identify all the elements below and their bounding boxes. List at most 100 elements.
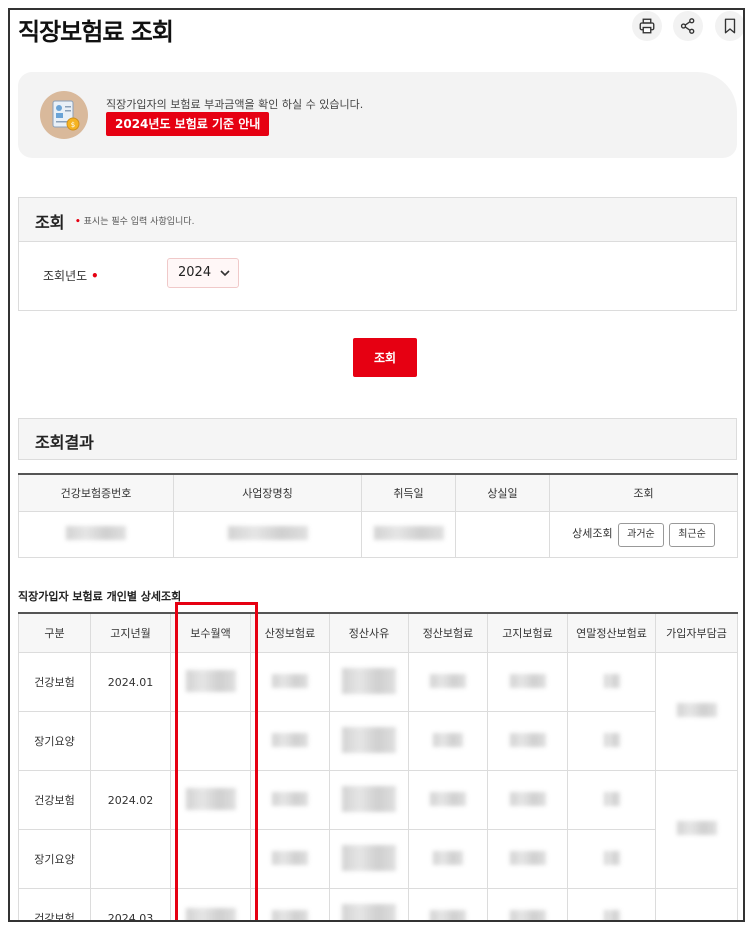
settle-reason-cell (329, 770, 409, 830)
table-row: 상세조회 과거순 최근순 (18, 511, 738, 558)
salary-cell (170, 829, 251, 889)
required-note: • 표시는 필수 입력 사항입니다. (75, 217, 195, 227)
bookmark-button[interactable] (715, 11, 743, 41)
info-message: 직장가입자의 보험료 부과금액을 확인 하실 수 있습니다. (106, 98, 364, 111)
column-header: 정산보험료 (408, 612, 488, 653)
bookmark-icon (724, 18, 736, 34)
sort-past-button[interactable]: 과거순 (618, 522, 664, 547)
notice-premium-cell (487, 652, 568, 712)
month-cell: 2024.02 (90, 770, 171, 830)
calc-premium-cell (250, 829, 330, 889)
month-cell: 2024.03 (90, 888, 171, 920)
month-cell (90, 711, 171, 771)
month-cell (90, 829, 171, 889)
result-header: 조회결과 (18, 418, 737, 460)
detail-title: 직장가입자 보험료 개인별 상세조회 (18, 590, 182, 603)
query-heading: 조회 (35, 213, 65, 232)
salary-cell (170, 770, 251, 830)
table-row: 건강보험 2024.01 (18, 652, 738, 771)
required-dot-icon: • (75, 217, 81, 227)
acquired-date-cell (361, 511, 456, 558)
guide-link-button[interactable]: 2024년도 보험료 기준 안내 (106, 112, 270, 136)
table-row: 건강보험 2024.03 (18, 888, 738, 920)
yearend-premium-cell (567, 829, 656, 889)
search-button[interactable]: 조회 (353, 338, 417, 377)
document-coin-icon: $ (40, 91, 88, 139)
column-header: 건강보험증번호 (18, 473, 174, 512)
type-cell: 장기요양 (18, 829, 91, 889)
calc-premium-cell (250, 711, 330, 771)
column-header: 사업장명칭 (173, 473, 362, 512)
column-header: 정산사유 (329, 612, 409, 653)
member-burden-cell (655, 652, 738, 771)
settle-premium-cell (408, 711, 488, 771)
salary-cell (170, 888, 251, 920)
settle-reason-cell (329, 652, 409, 712)
notice-premium-cell (487, 888, 568, 920)
year-select-value: 2024 (178, 265, 212, 280)
yearend-premium-cell (567, 652, 656, 712)
query-header: 조회 • 표시는 필수 입력 사항입니다. (19, 198, 736, 242)
detail-table: 구분 고지년월 보수월액 산정보험료 정산사유 정산보험료 고지보험료 연말정산… (18, 612, 738, 920)
settle-reason-cell (329, 888, 409, 920)
column-header: 보수월액 (170, 612, 251, 653)
chevron-down-icon (220, 270, 230, 277)
type-cell: 건강보험 (18, 888, 91, 920)
calc-premium-cell (250, 652, 330, 712)
table-row: 장기요양 (18, 711, 738, 771)
share-icon (680, 18, 695, 34)
type-cell: 건강보험 (18, 652, 91, 712)
result-heading: 조회결과 (35, 433, 94, 452)
column-header: 연말정산보험료 (567, 612, 656, 653)
column-header: 구분 (18, 612, 91, 653)
column-header: 취득일 (361, 473, 456, 512)
notice-premium-cell (487, 770, 568, 830)
yearend-premium-cell (567, 888, 656, 920)
column-header: 가입자부담금 (655, 612, 738, 653)
column-header: 고지보험료 (487, 612, 568, 653)
content-frame: 직장보험료 조회 $ 직장가입자의 보험료 부과금액을 확인 하실 수 있습니다… (8, 8, 745, 922)
table-header-row: 구분 고지년월 보수월액 산정보험료 정산사유 정산보험료 고지보험료 연말정산… (18, 612, 738, 653)
notice-premium-cell (487, 829, 568, 889)
column-header: 산정보험료 (250, 612, 330, 653)
settle-premium-cell (408, 770, 488, 830)
notice-premium-cell (487, 711, 568, 771)
salary-cell (170, 652, 251, 712)
calc-premium-cell (250, 770, 330, 830)
member-burden-cell (655, 770, 738, 889)
company-name-cell (173, 511, 362, 558)
column-header: 상실일 (455, 473, 550, 512)
column-header: 조회 (549, 473, 738, 512)
settle-premium-cell (408, 888, 488, 920)
sort-recent-button[interactable]: 최근순 (669, 522, 715, 547)
year-select[interactable]: 2024 (167, 258, 239, 288)
table-row: 건강보험 2024.02 (18, 770, 738, 889)
member-burden-cell (655, 888, 738, 920)
share-button[interactable] (673, 11, 703, 41)
table-row: 장기요양 (18, 829, 738, 889)
type-cell: 건강보험 (18, 770, 91, 830)
insurance-number-cell (18, 511, 174, 558)
settle-reason-cell (329, 711, 409, 771)
salary-cell (170, 711, 251, 771)
settle-premium-cell (408, 652, 488, 712)
yearend-premium-cell (567, 770, 656, 830)
query-panel: 조회 • 표시는 필수 입력 사항입니다. 조회년도 • 2024 (18, 197, 737, 311)
info-banner: $ 직장가입자의 보험료 부과금액을 확인 하실 수 있습니다. 2024년도 … (18, 72, 737, 158)
month-cell: 2024.01 (90, 652, 171, 712)
type-cell: 장기요양 (18, 711, 91, 771)
settle-premium-cell (408, 829, 488, 889)
required-dot-icon: • (91, 269, 99, 283)
action-cell: 상세조회 과거순 최근순 (549, 511, 738, 558)
workplace-table: 건강보험증번호 사업장명칭 취득일 상실일 조회 상세조회 과거순 최근순 (18, 473, 738, 558)
print-button[interactable] (632, 11, 662, 41)
year-label: 조회년도 • (43, 269, 99, 283)
yearend-premium-cell (567, 711, 656, 771)
svg-text:$: $ (71, 121, 75, 129)
print-icon (639, 18, 655, 34)
column-header: 고지년월 (90, 612, 171, 653)
calc-premium-cell (250, 888, 330, 920)
detail-label: 상세조회 (572, 526, 613, 540)
table-header-row: 건강보험증번호 사업장명칭 취득일 상실일 조회 (18, 473, 738, 512)
lost-date-cell (455, 511, 550, 558)
